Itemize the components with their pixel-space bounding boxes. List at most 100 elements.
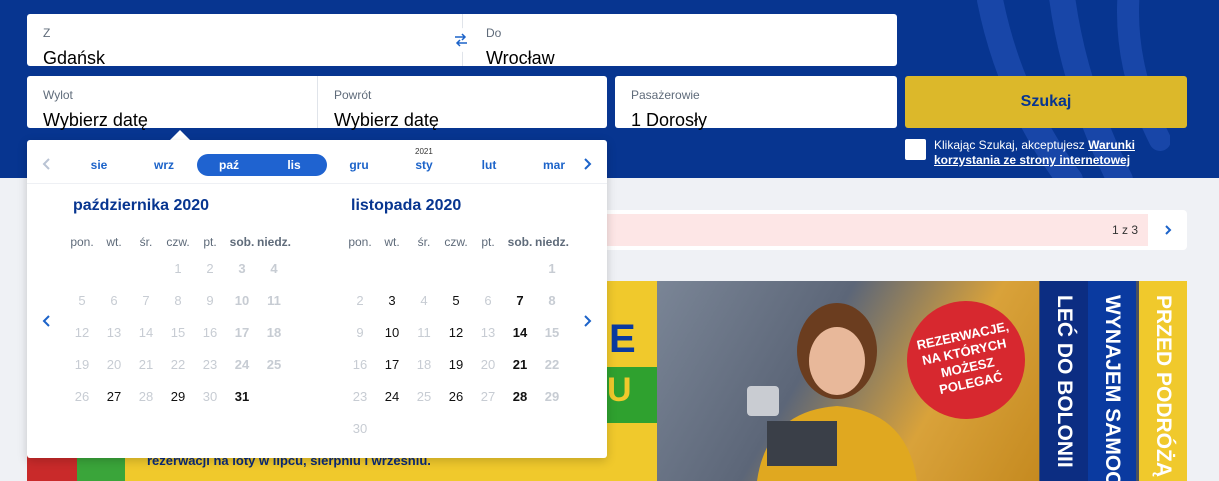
strip-month-3[interactable]: lis: [274, 158, 314, 172]
calendar-day: 17: [234, 325, 250, 340]
swap-route-button[interactable]: [449, 28, 473, 52]
return-date-field[interactable]: Powrót Wybierz datę: [318, 76, 607, 130]
return-label: Powrót: [334, 88, 372, 102]
calendar-next-button[interactable]: [579, 313, 595, 329]
calendar-day: 19: [74, 357, 90, 372]
calendar-day: 12: [74, 325, 90, 340]
calendar-day[interactable]: 14: [505, 325, 535, 340]
departure-date-field[interactable]: Wylot Wybierz datę: [27, 76, 317, 130]
strip-month-0[interactable]: sie: [79, 158, 119, 172]
calendar-day: 6: [484, 293, 492, 308]
strip-month-7[interactable]: mar: [534, 158, 574, 172]
badge-text: REZERWACJE, NA KTÓRYCH MOŻESZ POLEGAĆ: [915, 318, 1011, 398]
search-button[interactable]: Szukaj: [905, 76, 1187, 128]
month-strip: 2021 sie wrz paź lis gru sty lut mar: [27, 140, 607, 184]
calendar-day: 26: [74, 389, 90, 404]
calendar-day[interactable]: 7: [505, 293, 535, 308]
calendar-day[interactable]: 3: [377, 293, 407, 308]
to-value: Wrocław: [486, 48, 555, 68]
alert-counter: 1 z 3: [1111, 223, 1138, 237]
calendar-day: 9: [206, 293, 214, 308]
calendar-day: 16: [202, 325, 218, 340]
calendar-day: 2: [206, 261, 214, 276]
calendar-day: 15: [170, 325, 186, 340]
tab-before-trip-label: PRZED PODRÓŻĄ: [1152, 295, 1175, 478]
calendar-day[interactable]: 12: [441, 325, 471, 340]
chevron-right-icon: [584, 315, 592, 327]
chevron-left-icon: [42, 315, 50, 327]
calendar-day: 23: [352, 389, 368, 404]
calendar-day: 4: [420, 293, 428, 308]
calendar-day: 11: [417, 325, 431, 340]
calendar-day: 5: [78, 293, 86, 308]
calendar-day[interactable]: 27: [99, 389, 129, 404]
calendar-day[interactable]: 28: [505, 389, 535, 404]
terms-checkbox[interactable]: [905, 139, 926, 160]
calendar-day: 30: [352, 421, 368, 436]
calendar-day: 24: [234, 357, 250, 372]
calendar-day: 7: [142, 293, 150, 308]
strip-month-2[interactable]: paź: [209, 158, 249, 172]
calendar-day[interactable]: 21: [505, 357, 535, 372]
passengers-field[interactable]: Pasażerowie 1 Dorosły: [615, 76, 897, 130]
calendar-prev-button[interactable]: [39, 313, 55, 329]
calendar-day: 18: [266, 325, 282, 340]
alert-next-button[interactable]: [1158, 220, 1178, 240]
calendar-day: 13: [480, 325, 496, 340]
calendar-day: 20: [480, 357, 496, 372]
calendar-day: 18: [416, 357, 432, 372]
passengers-label: Pasażerowie: [631, 88, 700, 102]
strip-prev-button[interactable]: [39, 156, 55, 172]
calendar-day[interactable]: 31: [227, 389, 257, 404]
banner-letter-e: E: [609, 317, 636, 361]
calendar-day: 1: [174, 261, 182, 276]
calendar-day: 21: [138, 357, 154, 372]
strip-month-4[interactable]: gru: [339, 158, 379, 172]
calendar-day: 11: [267, 293, 281, 308]
calendar-day[interactable]: 26: [441, 389, 471, 404]
dropdown-pointer: [170, 130, 190, 140]
swap-arrows-icon: [455, 33, 467, 47]
calendar-day: 9: [356, 325, 364, 340]
terms-prefix: Klikając Szukaj, akceptujesz: [934, 138, 1085, 152]
tab-bologna[interactable]: LEĆ DO BOLONII: [1040, 281, 1088, 481]
calendar-day[interactable]: 24: [377, 389, 407, 404]
calendar-day[interactable]: 10: [377, 325, 407, 340]
from-label: Z: [43, 26, 51, 40]
month-title-october: października 2020: [73, 197, 210, 214]
strip-month-5[interactable]: sty: [404, 158, 444, 172]
tab-car-rental[interactable]: WYNAJEM SAMOC: [1088, 281, 1136, 481]
strip-month-6[interactable]: lut: [469, 158, 509, 172]
calendar-day[interactable]: 19: [441, 357, 471, 372]
weekday-label: pon.: [348, 235, 372, 249]
tab-before-trip[interactable]: PRZED PODRÓŻĄ: [1139, 281, 1187, 481]
calendar-day[interactable]: 5: [441, 293, 471, 308]
terms-text: Klikając Szukaj, akceptujesz Warunki kor…: [934, 138, 1194, 168]
banner-letter-u: U: [607, 371, 632, 409]
calendar-day: 23: [202, 357, 218, 372]
calendar-day[interactable]: 29: [163, 389, 193, 404]
strip-next-button[interactable]: [579, 156, 595, 172]
weekday-label: wt.: [384, 235, 400, 249]
calendar-day: 29: [544, 389, 560, 404]
weekday-label: pt.: [481, 235, 495, 249]
weekday-label: niedz.: [256, 235, 291, 249]
weekday-label: wt.: [106, 235, 122, 249]
calendar-day[interactable]: 17: [377, 357, 407, 372]
to-field[interactable]: Do Wrocław: [470, 14, 897, 68]
calendar-day: 14: [138, 325, 154, 340]
return-value: Wybierz datę: [334, 110, 439, 130]
calendar-day: 30: [202, 389, 218, 404]
calendar-day: 3: [238, 261, 246, 276]
tab-car-rental-label: WYNAJEM SAMOC: [1101, 295, 1124, 481]
weekday-label: śr.: [139, 235, 153, 249]
strip-month-1[interactable]: wrz: [144, 158, 184, 172]
calendar-day: 8: [174, 293, 182, 308]
calendar-day: 22: [544, 357, 560, 372]
from-field[interactable]: Z Gdańsk: [27, 14, 462, 68]
weekday-label: pt.: [203, 235, 217, 249]
calendar-day: 2: [356, 293, 364, 308]
calendar-day: 6: [110, 293, 118, 308]
calendar-day: 28: [138, 389, 154, 404]
from-value: Gdańsk: [43, 48, 106, 68]
